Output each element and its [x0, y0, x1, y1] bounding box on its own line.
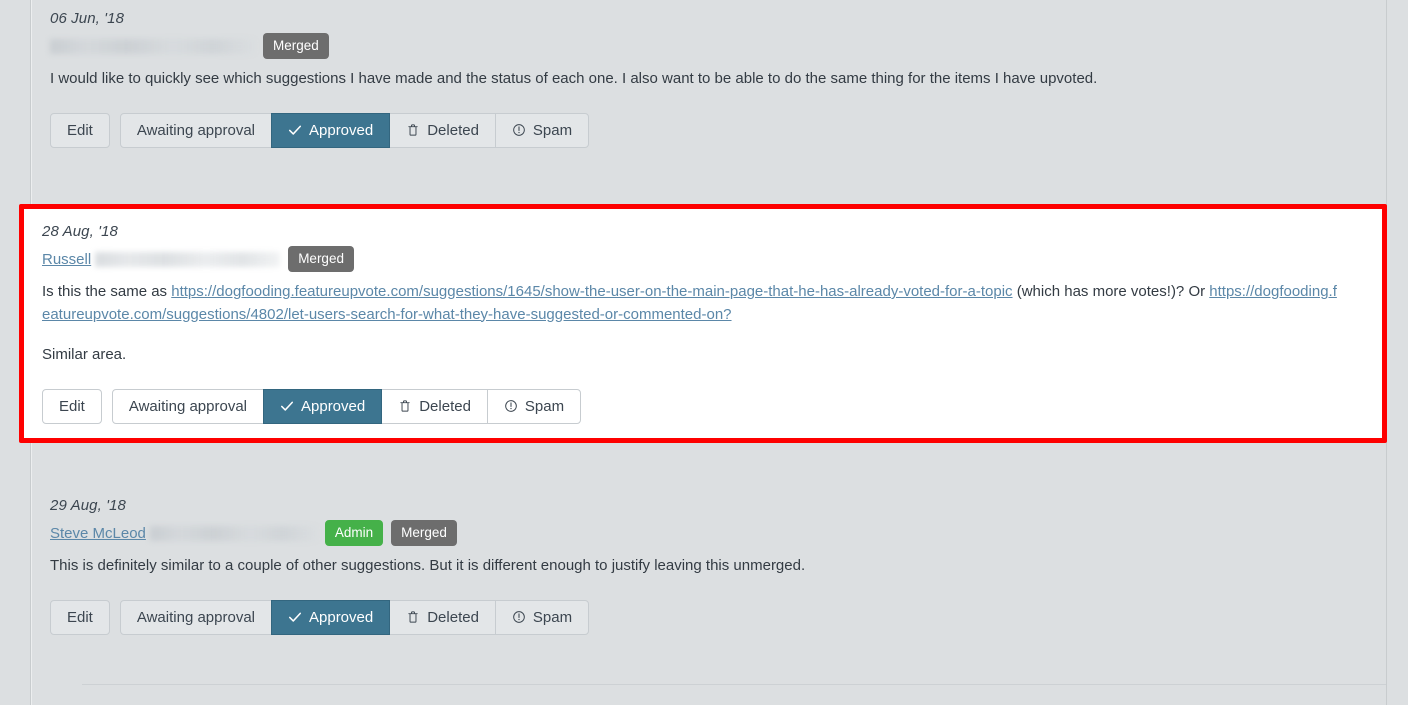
deleted-label: Deleted	[427, 608, 479, 626]
comment-paragraph: I would like to quickly see which sugges…	[50, 70, 1098, 87]
comment-item-highlighted: 28 Aug, '18 Russell Merged Is this the s…	[19, 204, 1387, 443]
approved-button[interactable]: Approved	[263, 388, 383, 424]
exclamation-circle-icon	[512, 610, 526, 624]
trash-icon	[406, 123, 420, 137]
comment-author-row: Steve McLeod Admin Merged	[50, 519, 1386, 547]
trash-icon	[406, 610, 420, 624]
moderation-button-group: Awaiting approval Approved Deleted Spam	[119, 599, 590, 635]
spam-button[interactable]: Spam	[486, 388, 582, 424]
comment-body: I would like to quickly see which sugges…	[50, 68, 1350, 91]
approved-label: Approved	[309, 121, 374, 139]
edit-button[interactable]: Edit	[50, 112, 110, 148]
edit-button[interactable]: Edit	[50, 599, 110, 635]
body-text-pre: Is this the same as	[42, 283, 172, 300]
section-divider	[82, 684, 1386, 685]
spam-button[interactable]: Spam	[494, 112, 590, 148]
comment-paragraph: Is this the same as https://dogfooding.f…	[42, 281, 1342, 326]
exclamation-circle-icon	[512, 123, 526, 137]
deleted-button[interactable]: Deleted	[389, 599, 496, 635]
redacted-author-email	[95, 251, 281, 267]
deleted-button[interactable]: Deleted	[389, 112, 496, 148]
comment-body: Is this the same as https://dogfooding.f…	[42, 281, 1342, 367]
moderation-button-group: Awaiting approval Approved Deleted Spam	[119, 112, 590, 148]
redacted-author-email	[149, 525, 317, 541]
comment-item: 06 Jun, '18 Merged I would like to quick…	[32, 10, 1386, 148]
comment-date: 28 Aug, '18	[42, 223, 118, 240]
author-link[interactable]: Russell	[42, 251, 91, 268]
edit-button[interactable]: Edit	[42, 388, 102, 424]
spam-label: Spam	[524, 397, 565, 415]
comment-author-row: Russell Merged	[42, 245, 1382, 273]
comment-actions: Edit Awaiting approval Approved Deleted	[50, 599, 1386, 635]
spam-label: Spam	[532, 121, 573, 139]
awaiting-approval-button[interactable]: Awaiting approval	[111, 388, 264, 424]
approved-label: Approved	[301, 397, 366, 415]
spam-button[interactable]: Spam	[494, 599, 590, 635]
comment-paragraph: Similar area.	[42, 346, 127, 363]
check-icon	[288, 610, 302, 624]
deleted-label: Deleted	[427, 121, 479, 139]
check-icon	[288, 123, 302, 137]
deleted-label: Deleted	[419, 397, 471, 415]
status-badge-merged: Merged	[391, 519, 457, 547]
comments-list: 06 Jun, '18 Merged I would like to quick…	[19, 0, 1387, 705]
approved-label: Approved	[309, 608, 374, 626]
body-text-mid: (which has more votes!)? Or	[1012, 283, 1210, 300]
approved-button[interactable]: Approved	[271, 599, 391, 635]
status-badge-admin: Admin	[324, 519, 384, 547]
author-link[interactable]: Steve McLeod	[50, 525, 146, 542]
comment-author-row: Merged	[50, 32, 1386, 60]
comment-item: 29 Aug, '18 Steve McLeod Admin Merged Th…	[32, 497, 1386, 635]
awaiting-approval-button[interactable]: Awaiting approval	[119, 112, 272, 148]
suggestion-link-1[interactable]: https://dogfooding.featureupvote.com/sug…	[171, 283, 1012, 300]
spam-label: Spam	[532, 608, 573, 626]
status-badge-merged: Merged	[263, 32, 329, 60]
comment-body: This is definitely similar to a couple o…	[50, 555, 1350, 578]
awaiting-approval-button[interactable]: Awaiting approval	[119, 599, 272, 635]
moderation-button-group: Awaiting approval Approved Deleted Spam	[111, 388, 582, 424]
comment-paragraph: This is definitely similar to a couple o…	[50, 557, 806, 574]
redacted-author-name	[50, 38, 255, 54]
comment-actions: Edit Awaiting approval Approved Deleted	[50, 112, 1386, 148]
approved-button[interactable]: Approved	[271, 112, 391, 148]
check-icon	[280, 399, 294, 413]
deleted-button[interactable]: Deleted	[381, 388, 488, 424]
exclamation-circle-icon	[504, 399, 518, 413]
trash-icon	[398, 399, 412, 413]
status-badge-merged: Merged	[288, 245, 354, 273]
comment-date: 29 Aug, '18	[50, 497, 126, 514]
comment-actions: Edit Awaiting approval Approved Deleted	[42, 388, 1382, 424]
comment-date: 06 Jun, '18	[50, 10, 125, 27]
